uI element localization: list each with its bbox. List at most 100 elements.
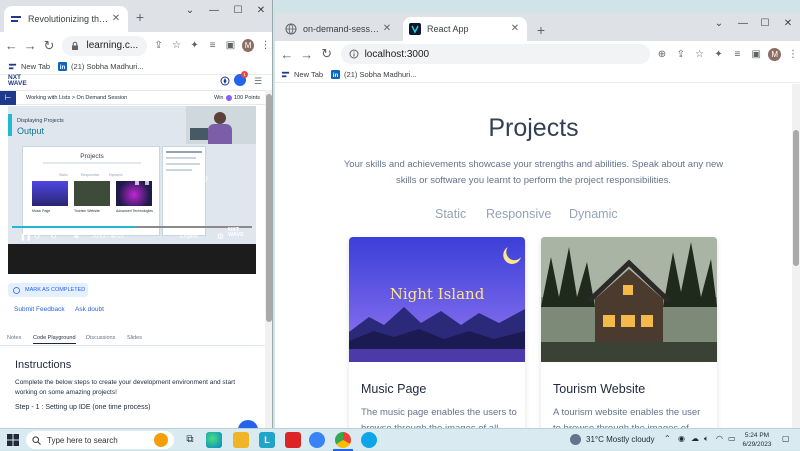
language-select[interactable]: English: [180, 234, 198, 240]
bookmark-linkedin[interactable]: in (21) Sobha Madhuri...: [331, 70, 417, 79]
close-tab-icon[interactable]: ✕: [110, 13, 122, 25]
mcafee-icon[interactable]: [285, 432, 301, 448]
filter-static[interactable]: Static: [435, 207, 466, 221]
cloud-icon[interactable]: ☁: [691, 434, 699, 443]
close-tab-icon[interactable]: ✕: [381, 23, 393, 35]
notification-center-icon[interactable]: ▢: [782, 434, 790, 443]
scrollbar-thumb[interactable]: [266, 94, 272, 322]
close-window-button[interactable]: ✕: [251, 4, 271, 18]
tab-active[interactable]: Revolutionizing the Job Ma ✕: [4, 6, 128, 32]
share-icon[interactable]: ⇪: [152, 39, 165, 53]
app-blue-icon[interactable]: [361, 432, 377, 448]
reading-list-icon[interactable]: ≡: [206, 39, 219, 53]
minimize-button[interactable]: —: [204, 4, 224, 18]
extensions-icon[interactable]: ✦: [712, 47, 726, 61]
minimize-button[interactable]: —: [733, 17, 753, 31]
reload-icon[interactable]: ↻: [319, 46, 335, 62]
compass-icon[interactable]: [220, 76, 230, 86]
chevron-down-icon[interactable]: ⌄: [180, 4, 200, 18]
tab-code-playground[interactable]: Code Playground: [33, 335, 76, 344]
chrome-icon[interactable]: [335, 432, 351, 448]
pause-icon[interactable]: ❚❚: [20, 233, 32, 241]
side-panel-icon[interactable]: ▣: [224, 39, 237, 53]
bookmark-new-tab[interactable]: New Tab: [281, 70, 323, 79]
left-page-scrollbar[interactable]: [265, 90, 272, 428]
tab-discussions[interactable]: Discussions: [86, 335, 115, 341]
share-icon[interactable]: ⇪: [674, 47, 688, 61]
app-l-icon[interactable]: L: [259, 432, 275, 448]
more-menu-icon[interactable]: ⋮: [786, 47, 800, 61]
forward-arrow-icon[interactable]: →: [299, 46, 315, 62]
edge-icon[interactable]: [206, 432, 222, 448]
chevron-up-icon[interactable]: ⌃: [664, 434, 671, 443]
bookmark-star-icon[interactable]: ☆: [693, 47, 707, 61]
forward-overlay-icon[interactable]: ↻: [198, 171, 209, 187]
tray-app-icon[interactable]: ◉: [678, 434, 685, 443]
back-arrow-icon[interactable]: ←: [279, 46, 295, 62]
hamburger-menu-icon[interactable]: ☰: [254, 76, 262, 87]
ask-doubt-link[interactable]: Ask doubt: [75, 306, 104, 313]
submit-feedback-link[interactable]: Submit Feedback: [14, 306, 65, 313]
more-menu-icon[interactable]: ⋮: [259, 39, 272, 53]
extensions-icon[interactable]: ✦: [188, 39, 201, 53]
rewind-10-icon[interactable]: ↺: [34, 232, 41, 241]
right-page-scrollbar[interactable]: [792, 84, 800, 428]
windows-start-icon[interactable]: [7, 434, 19, 446]
profile-avatar[interactable]: M: [768, 47, 782, 61]
tab-ccbp-ide[interactable]: on-demand-session — CCBP IDE ✕: [279, 17, 399, 41]
mark-as-completed-button[interactable]: MARK AS COMPLETED: [8, 283, 88, 297]
close-tab-icon[interactable]: ✕: [509, 23, 521, 35]
weather-icon[interactable]: [570, 434, 581, 445]
windows-taskbar: Type here to search ⧉ L 31°C Mostly clou…: [0, 428, 800, 451]
close-window-button[interactable]: ✕: [778, 17, 798, 31]
volume-icon[interactable]: 🔊︎: [74, 232, 79, 242]
forward-arrow-icon[interactable]: →: [23, 38, 38, 54]
bookmark-linkedin[interactable]: in (21) Sobha Madhuri...: [58, 62, 144, 71]
card-title: Music Page: [361, 382, 427, 396]
back-arrow-icon[interactable]: ←: [4, 38, 19, 54]
tab-react-app[interactable]: React App ✕: [403, 17, 527, 41]
speaker-icon[interactable]: 🔈︎: [704, 434, 709, 444]
side-panel-icon[interactable]: ▣: [749, 47, 763, 61]
reload-icon[interactable]: ↻: [42, 38, 57, 54]
battery-icon[interactable]: ▭: [728, 434, 736, 443]
scrollbar-thumb[interactable]: [793, 130, 799, 266]
filter-dynamic[interactable]: Dynamic: [569, 207, 618, 221]
nxtwave-logo[interactable]: NXT WAVE: [8, 74, 27, 87]
address-bar[interactable]: learning.c...: [62, 35, 148, 56]
settings-gear-icon[interactable]: ⚙: [217, 232, 224, 241]
address-bar[interactable]: localhost:3000: [340, 44, 650, 64]
rewind-overlay-icon[interactable]: ↺: [66, 171, 77, 187]
sidebar-toggle-icon[interactable]: ⊢: [0, 91, 16, 105]
ccbp-favicon-icon: [409, 23, 421, 35]
new-tab-button[interactable]: +: [533, 22, 549, 38]
forward-10-icon[interactable]: ↻: [50, 232, 57, 241]
maximize-button[interactable]: ☐: [755, 17, 775, 31]
new-tab-button[interactable]: +: [132, 9, 148, 25]
tab-notes[interactable]: Notes: [7, 335, 21, 341]
bookmark-star-icon[interactable]: ☆: [170, 39, 183, 53]
video-progress-track[interactable]: [12, 226, 252, 228]
chevron-down-icon[interactable]: ⌄: [709, 17, 729, 31]
video-player[interactable]: Displaying Projects Output Projects Stat…: [8, 106, 256, 274]
bookmark-new-tab[interactable]: New Tab: [8, 62, 50, 71]
globe-icon: [285, 23, 297, 35]
chat-fab-button[interactable]: [238, 420, 258, 428]
taskbar-search-box[interactable]: Type here to search: [26, 431, 174, 449]
filter-responsive[interactable]: Responsive: [486, 207, 551, 221]
task-view-icon[interactable]: ⧉: [182, 432, 198, 448]
profile-avatar[interactable]: M: [242, 39, 255, 52]
system-clock[interactable]: 5:24 PM 6/29/2023: [742, 431, 772, 449]
media-player-icon[interactable]: [309, 432, 325, 448]
wifi-icon[interactable]: ◠: [716, 434, 723, 443]
project-card-music[interactable]: Night Island Music Page The music page e…: [349, 237, 525, 428]
weather-text[interactable]: 31°C Mostly cloudy: [586, 435, 655, 444]
install-app-icon[interactable]: ⊕: [655, 47, 669, 61]
file-explorer-icon[interactable]: [233, 432, 249, 448]
tab-slides[interactable]: Slides: [127, 335, 142, 341]
reading-list-icon[interactable]: ≡: [730, 47, 744, 61]
project-card-tourism[interactable]: Tourism Website A tourism website enable…: [541, 237, 717, 428]
maximize-button[interactable]: ☐: [228, 4, 248, 18]
linkedin-icon: in: [58, 62, 68, 71]
pause-overlay-icon[interactable]: ❚❚: [132, 171, 152, 185]
